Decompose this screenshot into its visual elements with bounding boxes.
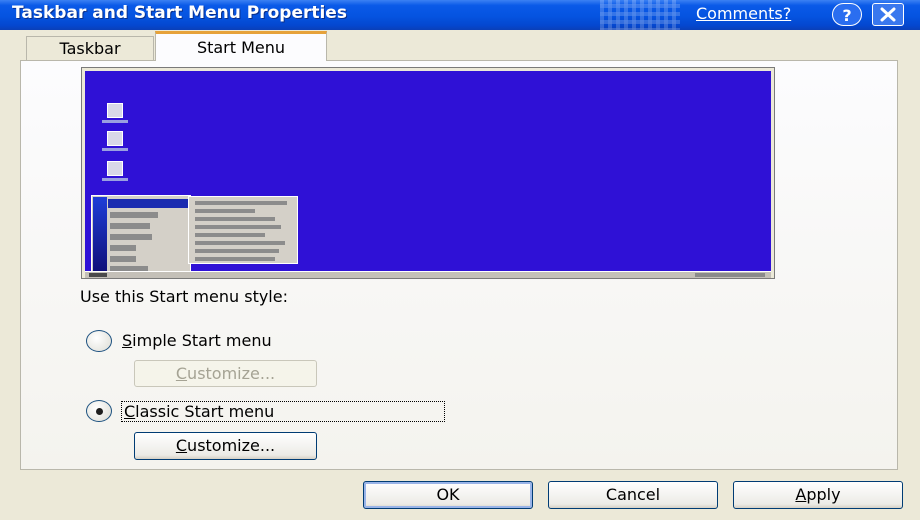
simple-customize-button[interactable]: Customize... [134, 360, 317, 387]
preview-desktop-icon [102, 103, 128, 123]
radio-selected-dot [96, 408, 103, 415]
start-menu-preview [81, 67, 775, 279]
preview-start-menu [91, 195, 191, 273]
preview-desktop [85, 71, 771, 273]
classic-start-menu-accel: C [124, 402, 136, 421]
classic-start-menu-label[interactable]: Classic Start menu [124, 402, 274, 421]
ok-button[interactable]: OK [363, 481, 533, 509]
apply-text: pply [806, 485, 841, 504]
simple-start-menu-label[interactable]: Simple Start menu [122, 331, 272, 350]
help-icon: ? [842, 6, 852, 25]
window-title: Taskbar and Start Menu Properties [12, 3, 347, 23]
preview-taskbar [85, 271, 771, 278]
classic-start-menu-radio[interactable] [86, 400, 112, 422]
preview-start-menu-band [93, 197, 107, 271]
classic-customize-button[interactable]: Customize... [134, 432, 317, 460]
classic-start-menu-text: lassic Start menu [135, 402, 275, 421]
tab-taskbar[interactable]: Taskbar [26, 36, 154, 60]
comments-link[interactable]: Comments? [696, 4, 791, 23]
apply-button[interactable]: Apply [733, 481, 903, 509]
tab-start-menu-label: Start Menu [196, 38, 286, 57]
preview-programs-submenu [188, 196, 298, 264]
start-menu-style-label: Use this Start menu style: [80, 287, 288, 306]
cancel-label: Cancel [605, 485, 661, 504]
close-button[interactable] [872, 3, 904, 26]
classic-customize-accel: C [175, 436, 188, 455]
preview-desktop-icon [102, 161, 128, 181]
properties-dialog: Taskbar and Start Menu Properties Commen… [0, 0, 920, 520]
title-bar-pattern [600, 0, 680, 30]
tab-start-menu[interactable]: Start Menu [155, 31, 327, 61]
simple-start-menu-accel: S [122, 331, 133, 350]
classic-customize-text: ustomize... [187, 436, 276, 455]
simple-customize-text: ustomize... [187, 364, 276, 383]
ok-label: OK [436, 485, 460, 504]
simple-customize-accel: C [175, 364, 188, 383]
help-button[interactable]: ? [832, 3, 862, 26]
simple-start-menu-radio[interactable] [86, 330, 112, 352]
close-icon [880, 7, 896, 22]
preview-start-button [89, 273, 107, 277]
apply-accel: A [795, 485, 807, 504]
preview-system-tray [695, 273, 765, 277]
cancel-button[interactable]: Cancel [548, 481, 718, 509]
simple-start-menu-text: imple Start menu [132, 331, 272, 350]
preview-desktop-icon [102, 131, 128, 151]
title-bar[interactable]: Taskbar and Start Menu Properties Commen… [0, 0, 920, 30]
tab-taskbar-label: Taskbar [59, 39, 121, 58]
